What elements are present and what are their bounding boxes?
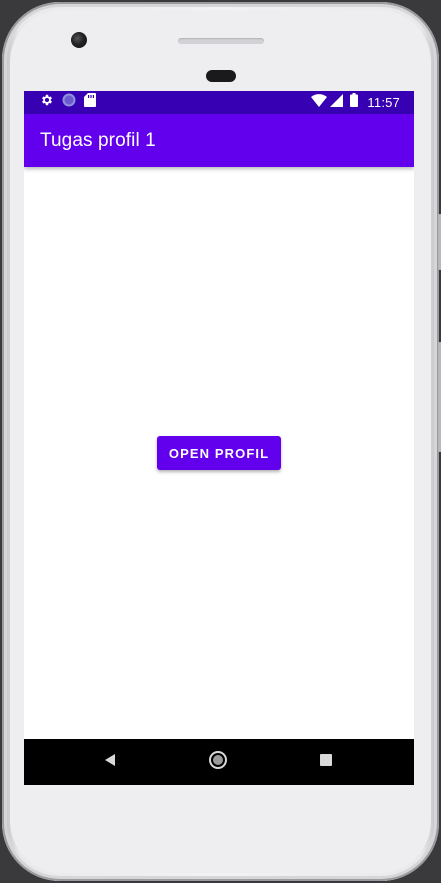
front-camera [71,32,87,48]
sd-card-icon [84,93,96,112]
status-time: 11:57 [367,95,400,110]
phone-screen: 11:57 Tugas profil 1 OPEN PROFIL [24,91,414,785]
app-bar: Tugas profil 1 [24,114,414,167]
open-profil-button[interactable]: OPEN PROFIL [157,436,281,470]
proximity-sensor [206,70,236,82]
circle-notification-icon [62,93,76,112]
wifi-icon [311,93,328,112]
status-bar: 11:57 [24,91,414,114]
back-icon [103,753,117,772]
app-title: Tugas profil 1 [40,130,156,151]
status-notifications [40,93,96,112]
recents-button[interactable] [315,751,337,773]
back-button[interactable] [99,751,121,773]
earpiece-speaker [178,38,264,44]
settings-icon [40,93,54,112]
battery-icon [350,93,359,112]
signal-icon [330,93,344,112]
main-content: OPEN PROFIL [24,167,414,739]
navigation-bar [24,739,414,785]
status-system: 11:57 [311,93,400,112]
recents-icon [320,753,332,771]
home-icon [208,750,228,775]
home-button[interactable] [207,750,229,775]
